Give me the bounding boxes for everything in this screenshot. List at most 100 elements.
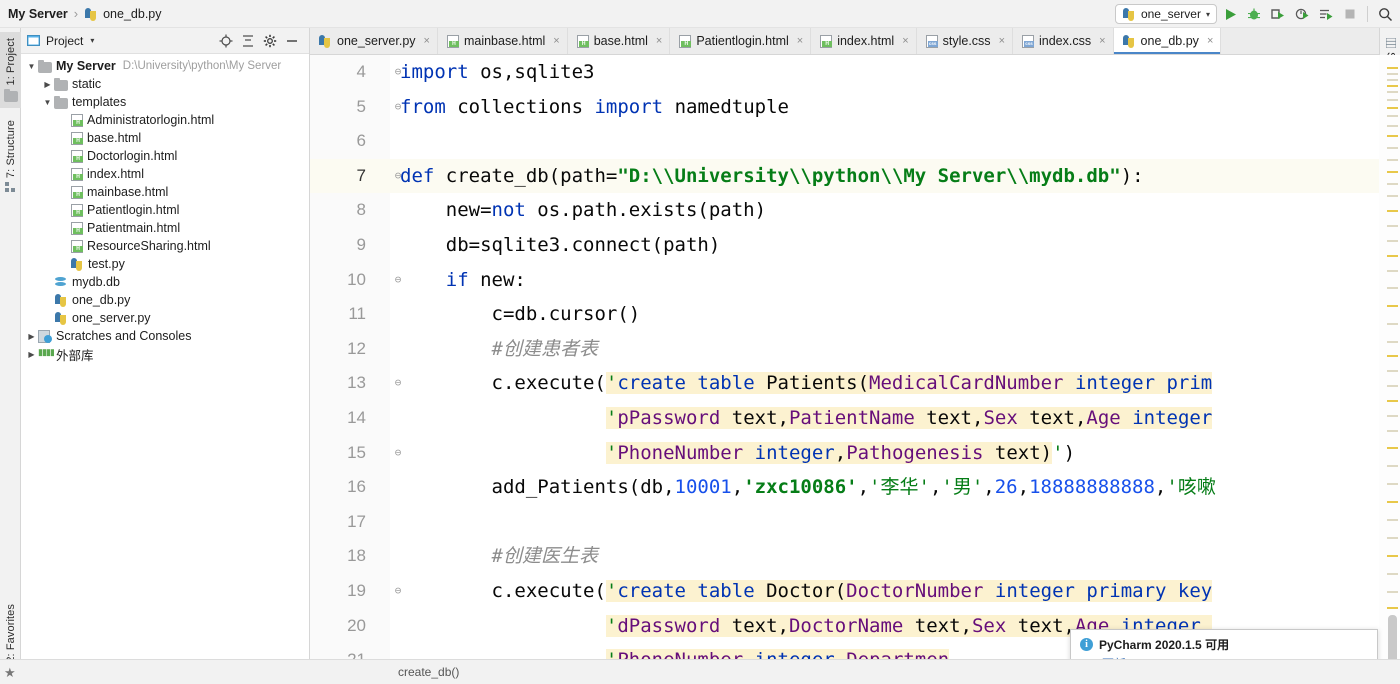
code-lines[interactable]: 4 ⊖ import os,sqlite3 5 ⊖ from collections im… bbox=[310, 55, 1379, 659]
editor-tab[interactable]: one_server.py × bbox=[310, 28, 438, 54]
code-editor[interactable]: 4 ⊖ import os,sqlite3 5 ⊖ from collections im… bbox=[310, 55, 1379, 659]
run-configuration-label: one_server bbox=[1140, 7, 1201, 21]
error-stripe-mark bbox=[1387, 555, 1398, 557]
tree-node[interactable]: one_db.py bbox=[21, 291, 309, 309]
close-icon[interactable]: × bbox=[656, 35, 662, 47]
editor-error-stripe[interactable] bbox=[1379, 55, 1400, 684]
code-line-text: new=not os.path.exists(path) bbox=[400, 193, 766, 228]
gear-icon[interactable] bbox=[263, 34, 277, 48]
py-icon bbox=[54, 293, 68, 307]
tree-node[interactable]: index.html bbox=[21, 165, 309, 183]
tree-node[interactable]: base.html bbox=[21, 129, 309, 147]
run-dashboard-button[interactable] bbox=[1315, 3, 1337, 25]
code-line[interactable]: 19 ⊖ c.execute('create table Doctor(Docto… bbox=[310, 574, 1379, 609]
editor-tab[interactable]: mainbase.html × bbox=[437, 28, 568, 54]
tree-node[interactable]: ▶ 外部库 bbox=[21, 345, 309, 363]
error-stripe-mark bbox=[1387, 159, 1398, 161]
tree-node[interactable]: mydb.db bbox=[21, 273, 309, 291]
editor-tab[interactable]: index.html × bbox=[811, 28, 917, 54]
code-token: , bbox=[1154, 476, 1167, 499]
code-line[interactable]: 13 ⊖ c.execute('create table Patients(Med… bbox=[310, 366, 1379, 401]
chevron-right-icon[interactable]: ▶ bbox=[25, 332, 38, 341]
line-number: 16 bbox=[347, 477, 366, 497]
tree-node[interactable]: Administratorlogin.html bbox=[21, 111, 309, 129]
close-icon[interactable]: × bbox=[902, 35, 908, 47]
code-token: ): bbox=[1120, 164, 1144, 187]
hide-icon[interactable] bbox=[285, 34, 299, 48]
code-token: if bbox=[445, 268, 469, 291]
tree-node[interactable]: ResourceSharing.html bbox=[21, 237, 309, 255]
tree-node[interactable]: Patientmain.html bbox=[21, 219, 309, 237]
favorites-star-icon[interactable]: ★ bbox=[4, 665, 16, 681]
code-line[interactable]: 15 ⊖ 'PhoneNumber integer,Pathogenesis te… bbox=[310, 436, 1379, 471]
code-line-text: from collections import namedtuple bbox=[400, 90, 789, 125]
breadcrumb-file-label: one_db.py bbox=[103, 6, 162, 21]
css-file-icon bbox=[925, 35, 938, 48]
collapse-all-icon[interactable] bbox=[241, 34, 255, 48]
tree-node[interactable]: mainbase.html bbox=[21, 183, 309, 201]
code-line[interactable]: 5 ⊖ from collections import namedtuple bbox=[310, 90, 1379, 125]
locate-icon[interactable] bbox=[219, 34, 233, 48]
tree-node[interactable]: ▼ My Server D:\University\python\My Server bbox=[21, 57, 309, 75]
tree-node-label: static bbox=[72, 77, 102, 91]
close-icon[interactable]: × bbox=[424, 35, 430, 47]
code-line[interactable]: 8 new=not os.path.exists(path) bbox=[310, 193, 1379, 228]
tree-node[interactable]: Patientlogin.html bbox=[21, 201, 309, 219]
editor-tab[interactable]: index.css × bbox=[1013, 28, 1114, 54]
tree-node[interactable]: Doctorlogin.html bbox=[21, 147, 309, 165]
chevron-down-icon[interactable]: ▼ bbox=[41, 98, 54, 107]
code-token bbox=[983, 579, 995, 602]
code-token: ' bbox=[1052, 441, 1064, 464]
tree-node[interactable]: one_server.py bbox=[21, 309, 309, 327]
run-configuration-selector[interactable]: one_server ▾ bbox=[1114, 4, 1217, 24]
editor-tab-label: base.html bbox=[593, 34, 648, 48]
error-stripe-mark bbox=[1387, 385, 1398, 387]
run-with-coverage-button[interactable] bbox=[1267, 3, 1289, 25]
code-line[interactable]: 11 c=db.cursor() bbox=[310, 297, 1379, 332]
code-line[interactable]: 4 ⊖ import os,sqlite3 bbox=[310, 55, 1379, 90]
code-line[interactable]: 7 ⊖ def create_db(path="D:\\University\\py… bbox=[310, 158, 1379, 194]
close-icon[interactable]: × bbox=[1099, 35, 1105, 47]
chevron-down-icon[interactable]: ▾ bbox=[90, 36, 94, 45]
chevron-down-icon[interactable]: ▼ bbox=[25, 62, 38, 71]
code-line[interactable]: 14 'pPassword text,PatientName text,Sex … bbox=[310, 401, 1379, 436]
code-token: namedtuple bbox=[663, 95, 789, 118]
chevron-right-icon[interactable]: ▶ bbox=[41, 80, 54, 89]
code-token: , bbox=[834, 649, 847, 659]
error-stripe-mark bbox=[1387, 125, 1398, 127]
chevron-right-icon[interactable]: ▶ bbox=[25, 350, 38, 359]
code-line[interactable]: 6 bbox=[310, 124, 1379, 159]
editor-tab[interactable]: style.css × bbox=[916, 28, 1013, 54]
close-icon[interactable]: × bbox=[797, 35, 803, 47]
run-button[interactable] bbox=[1219, 3, 1241, 25]
code-token: c.execute( bbox=[400, 579, 606, 602]
stop-button[interactable] bbox=[1339, 3, 1361, 25]
line-number: 14 bbox=[347, 407, 366, 427]
close-icon[interactable]: × bbox=[1207, 35, 1213, 47]
breadcrumb-project[interactable]: My Server bbox=[8, 7, 68, 21]
code-token: not bbox=[491, 199, 526, 222]
tree-node[interactable]: ▼ templates bbox=[21, 93, 309, 111]
code-line[interactable]: 9 db=sqlite3.connect(path) bbox=[310, 228, 1379, 263]
css-file-icon bbox=[1022, 35, 1034, 48]
search-everywhere-button[interactable] bbox=[1374, 3, 1396, 25]
breadcrumb-file[interactable]: one_db.py bbox=[84, 6, 162, 21]
tree-node[interactable]: ▶ Scratches and Consoles bbox=[21, 327, 309, 345]
code-line[interactable]: 17 bbox=[310, 505, 1379, 540]
profile-button[interactable] bbox=[1291, 3, 1313, 25]
editor-tab[interactable]: one_db.py × bbox=[1113, 28, 1222, 54]
editor-tab[interactable]: base.html × bbox=[567, 28, 671, 54]
sidebar-item-structure[interactable]: 7: Structure bbox=[0, 114, 21, 199]
debug-button[interactable] bbox=[1243, 3, 1265, 25]
code-line[interactable]: 16 add_Patients(db,10001,'zxc10086','李华'… bbox=[310, 470, 1379, 505]
tree-node[interactable]: ▶ static bbox=[21, 75, 309, 93]
code-line[interactable]: 10 ⊖ if new: bbox=[310, 263, 1379, 298]
sidebar-item-project[interactable]: 1: Project bbox=[0, 32, 21, 109]
tree-node-label: Patientlogin.html bbox=[87, 203, 180, 217]
close-icon[interactable]: × bbox=[999, 35, 1005, 47]
tree-node[interactable]: test.py bbox=[21, 255, 309, 273]
code-line[interactable]: 18 #创建医生表 bbox=[310, 539, 1379, 574]
close-icon[interactable]: × bbox=[553, 35, 559, 47]
code-line[interactable]: 12 #创建患者表 bbox=[310, 332, 1379, 367]
editor-tab[interactable]: Patientlogin.html × bbox=[670, 28, 812, 54]
